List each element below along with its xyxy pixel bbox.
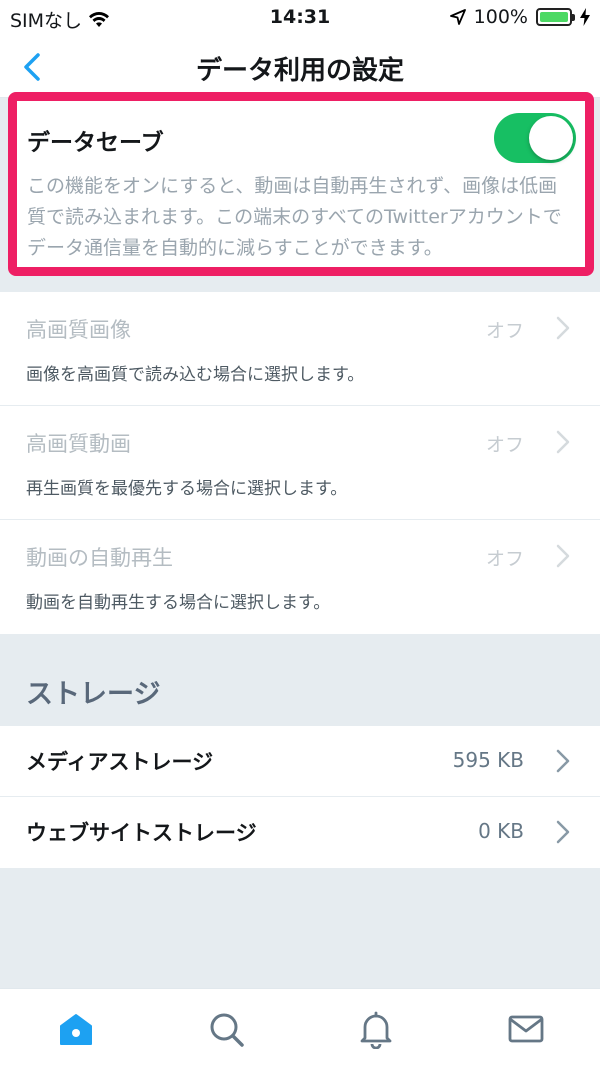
- setting-description: 再生画質を最優先する場合に選択します。: [26, 479, 348, 499]
- tab-bar: [0, 988, 600, 1067]
- setting-value: オフ: [485, 434, 524, 456]
- data-saver-toggle[interactable]: [494, 113, 576, 163]
- setting-title: 動画の自動再生: [26, 546, 173, 570]
- data-saver-card: データセーブ この機能をオンにすると、動画は自動再生されず、画像は低画質で読み込…: [8, 92, 594, 276]
- chevron-right-icon: [556, 544, 570, 568]
- chevron-right-icon: [556, 430, 570, 454]
- chevron-right-icon: [556, 749, 570, 773]
- setting-row-autoplay[interactable]: 動画の自動再生 オフ 動画を自動再生する場合に選択します。: [0, 520, 600, 635]
- charging-bolt-icon: [580, 8, 590, 26]
- status-bar: SIMなし 14:31 100%: [0, 0, 600, 36]
- setting-row-hq-video[interactable]: 高画質動画 オフ 再生画質を最優先する場合に選択します。: [0, 406, 600, 520]
- battery-percent: 100%: [473, 6, 528, 28]
- storage-label: ウェブサイトストレージ: [26, 821, 257, 845]
- setting-row-hq-images[interactable]: 高画質画像 オフ 画像を高画質で読み込む場合に選択します。: [0, 292, 600, 406]
- data-saver-title: データセーブ: [27, 130, 164, 156]
- storage-value: 595 KB: [452, 748, 524, 772]
- location-arrow-icon: [449, 9, 466, 25]
- setting-title: 高画質動画: [26, 432, 131, 456]
- search-icon[interactable]: [206, 1009, 246, 1049]
- status-right: 100%: [449, 6, 590, 28]
- setting-description: 画像を高画質で読み込む場合に選択します。: [26, 365, 365, 385]
- battery-icon: [536, 8, 575, 26]
- storage-row-website[interactable]: ウェブサイトストレージ 0 KB: [0, 797, 600, 868]
- storage-list: メディアストレージ 595 KB ウェブサイトストレージ 0 KB: [0, 726, 600, 868]
- media-settings-list: 高画質画像 オフ 画像を高画質で読み込む場合に選択します。 高画質動画 オフ 再…: [0, 292, 600, 635]
- nav-bar: データ利用の設定: [0, 36, 600, 98]
- storage-section-header: ストレージ: [0, 634, 600, 726]
- storage-row-media[interactable]: メディアストレージ 595 KB: [0, 726, 600, 797]
- messages-envelope-icon[interactable]: [506, 1009, 546, 1049]
- chevron-right-icon: [556, 820, 570, 844]
- storage-label: メディアストレージ: [26, 750, 214, 774]
- page-title: データ利用の設定: [195, 56, 404, 86]
- toggle-knob: [529, 116, 573, 160]
- chevron-right-icon: [556, 316, 570, 340]
- setting-title: 高画質画像: [26, 318, 131, 342]
- home-icon[interactable]: [56, 1009, 96, 1049]
- storage-value: 0 KB: [478, 819, 524, 843]
- notifications-bell-icon[interactable]: [356, 1009, 396, 1049]
- setting-value: オフ: [485, 320, 524, 342]
- section-title: ストレージ: [26, 679, 161, 710]
- data-saver-description: この機能をオンにすると、動画は自動再生されず、画像は低画質で読み込まれます。この…: [27, 175, 562, 259]
- setting-value: オフ: [485, 548, 524, 570]
- setting-description: 動画を自動再生する場合に選択します。: [26, 593, 331, 613]
